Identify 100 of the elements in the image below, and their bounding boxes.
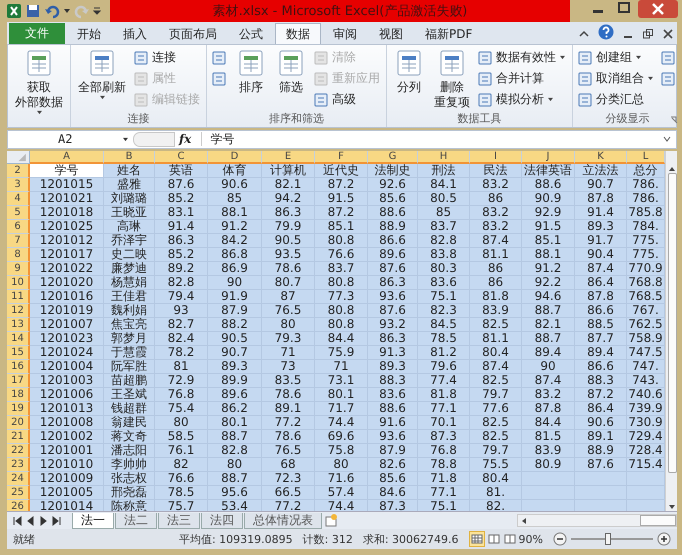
ribbon-tab[interactable]: 审阅 <box>323 24 367 44</box>
zoom-out-icon[interactable] <box>553 532 567 546</box>
ribbon-button[interactable]: 高级 <box>313 90 382 109</box>
row-header[interactable]: 16 <box>7 360 30 374</box>
row-header[interactable]: 10 <box>7 276 30 290</box>
row-header[interactable]: 4 <box>7 192 30 206</box>
column-header[interactable]: A <box>30 150 104 164</box>
horizontal-scrollbar[interactable] <box>517 514 677 528</box>
ribbon-button[interactable]: 创建组 <box>577 48 656 67</box>
ribbon-tab[interactable]: 插入 <box>113 24 157 44</box>
column-header[interactable]: B <box>104 150 155 164</box>
help-icon[interactable] <box>598 24 614 40</box>
row-header[interactable]: 3 <box>7 178 30 192</box>
row-header[interactable]: 9 <box>7 262 30 276</box>
ribbon-button[interactable]: 数据有效性 <box>477 48 568 67</box>
column-header[interactable]: L <box>627 150 665 164</box>
table-cell: 焦宝亮 <box>104 318 155 332</box>
row-header[interactable]: 15 <box>7 346 30 360</box>
row-header[interactable]: 18 <box>7 388 30 402</box>
sheet-tab[interactable]: 法一 <box>72 512 114 529</box>
row-header[interactable]: 12 <box>7 304 30 318</box>
ribbon-button[interactable]: 合并计算 <box>477 70 568 88</box>
sheet-tab[interactable]: 法二 <box>115 512 157 529</box>
row-header[interactable]: 26 <box>7 500 30 512</box>
ribbon-button[interactable]: 排序 <box>233 46 269 111</box>
column-header[interactable]: D <box>208 150 262 164</box>
close-icon[interactable] <box>662 28 674 40</box>
column-header[interactable]: G <box>368 150 418 164</box>
column-header[interactable]: J <box>522 150 575 164</box>
row-header[interactable]: 11 <box>7 290 30 304</box>
scroll-up-icon[interactable] <box>668 164 676 173</box>
table-cell: 88.6 <box>368 402 418 416</box>
ribbon-tab[interactable]: 文件 <box>9 22 65 44</box>
sheet-tab[interactable]: 总体情况表 <box>244 512 322 529</box>
view-button[interactable] <box>502 532 517 546</box>
row-header[interactable]: 8 <box>7 248 30 262</box>
table-cell: 91.4 <box>155 220 208 234</box>
list-icon <box>133 50 149 66</box>
table-cell: 75.4 <box>155 402 208 416</box>
ribbon-button[interactable]: 筛选 <box>273 46 309 111</box>
row-header[interactable]: 21 <box>7 430 30 444</box>
row-header[interactable]: 17 <box>7 374 30 388</box>
column-header[interactable]: F <box>315 150 368 164</box>
ribbon-tab[interactable]: 数据 <box>275 22 321 44</box>
ribbon-button[interactable]: 连接 <box>133 48 202 67</box>
ribbon-tab[interactable]: 页面布局 <box>159 24 227 44</box>
row-header[interactable]: 22 <box>7 444 30 458</box>
row-header[interactable]: 23 <box>7 458 30 472</box>
table-cell: 张志权 <box>104 472 155 486</box>
table-cell: 76.1 <box>155 444 208 458</box>
row-header[interactable]: 7 <box>7 234 30 248</box>
row-header[interactable]: 2 <box>7 164 30 178</box>
view-button[interactable] <box>486 532 501 546</box>
sheet-tab[interactable]: 法三 <box>158 512 200 529</box>
column-header[interactable]: I <box>470 150 522 164</box>
ribbon-tab[interactable]: 视图 <box>369 24 413 44</box>
scroll-down-icon[interactable] <box>668 503 676 512</box>
row-header[interactable]: 24 <box>7 472 30 486</box>
ribbon-button[interactable]: 全部刷新 <box>75 46 129 111</box>
row-header[interactable]: 5 <box>7 206 30 220</box>
row-header[interactable]: 25 <box>7 486 30 500</box>
column-header[interactable]: C <box>155 150 208 164</box>
vertical-scrollbar[interactable] <box>665 150 677 512</box>
table-cell: 83.5 <box>262 374 315 388</box>
undo-icon[interactable] <box>44 3 60 19</box>
table-cell: 79.6 <box>418 360 470 374</box>
row-header[interactable]: 19 <box>7 402 30 416</box>
scroll-left-icon[interactable] <box>520 516 528 525</box>
ribbon-tab[interactable]: 公式 <box>229 24 273 44</box>
column-header[interactable]: E <box>262 150 315 164</box>
column-header[interactable]: K <box>575 150 627 164</box>
ribbon-button[interactable]: 分列 <box>391 46 427 111</box>
sheet-tab[interactable]: 法四 <box>201 512 243 529</box>
ribbon-button[interactable]: 获取 外部数据 <box>12 46 66 116</box>
row-header[interactable]: 13 <box>7 318 30 332</box>
close-button[interactable] <box>638 0 678 18</box>
save-icon[interactable] <box>25 3 41 19</box>
table-cell: 77.2 <box>262 416 315 430</box>
table-cell: 784. <box>627 220 665 234</box>
excel-logo-icon[interactable] <box>6 3 22 19</box>
caret-icon[interactable] <box>63 7 71 15</box>
view-button[interactable] <box>468 531 485 548</box>
column-header[interactable]: H <box>418 150 470 164</box>
ribbon-tab[interactable]: 开始 <box>67 24 111 44</box>
dialog-launcher-icon[interactable] <box>670 116 678 124</box>
restore-icon[interactable] <box>642 28 654 40</box>
zoom-in-icon[interactable] <box>657 532 671 546</box>
table-cell: 53.4 <box>208 500 262 512</box>
customize-caret-icon[interactable] <box>93 7 101 15</box>
ribbon-tab[interactable]: 福新PDF <box>415 24 482 44</box>
ribbon-button[interactable]: 删除 重复项 <box>431 46 473 111</box>
insert-sheet-icon[interactable] <box>323 512 339 529</box>
ribbon-button[interactable]: 分类汇总 <box>577 90 656 109</box>
row-header[interactable]: 20 <box>7 416 30 430</box>
row-header[interactable]: 14 <box>7 332 30 346</box>
ribbon-button[interactable]: 取消组合 <box>577 70 656 88</box>
ribbon-button[interactable]: 模拟分析 <box>477 90 568 109</box>
row-header[interactable]: 6 <box>7 220 30 234</box>
table-cell: 86 <box>470 276 522 290</box>
table-cell: 93.6 <box>368 290 418 304</box>
